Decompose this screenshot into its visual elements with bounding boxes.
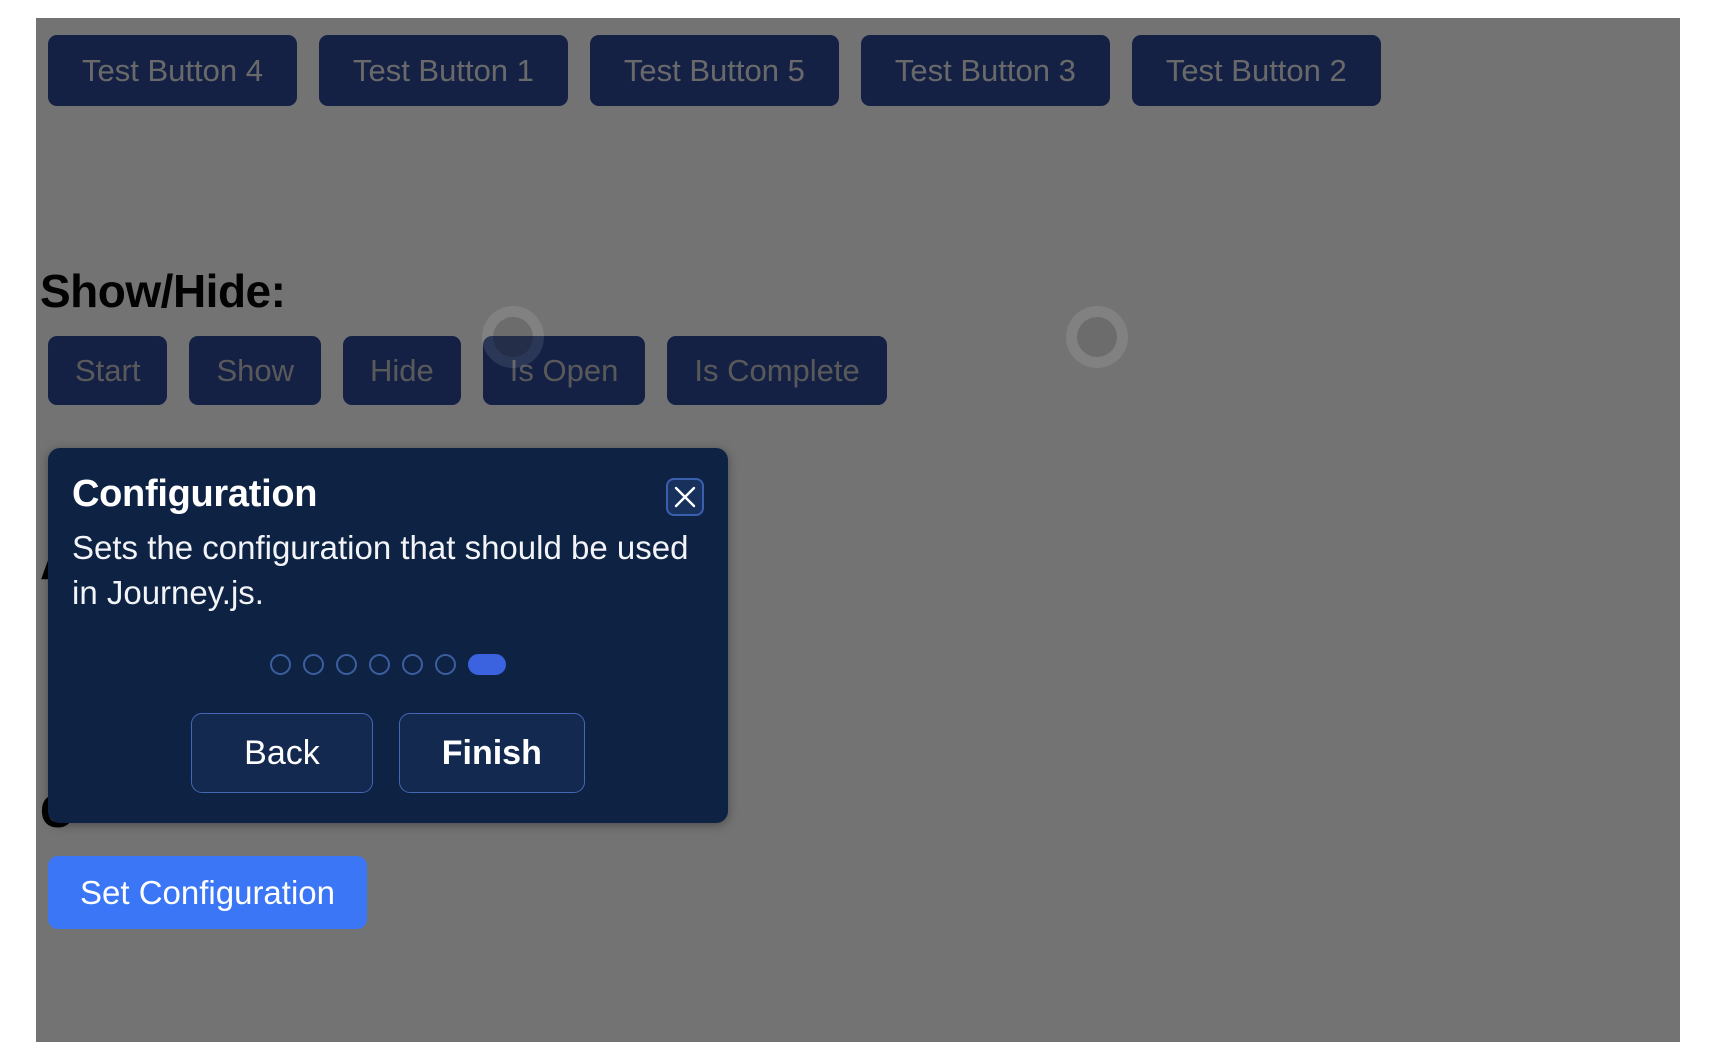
journey-configuration-dialog: Configuration Sets the configuration tha… bbox=[48, 448, 728, 824]
show-hide-heading: Show/Hide: bbox=[40, 265, 286, 318]
start-button[interactable]: Start bbox=[48, 336, 168, 405]
progress-dot[interactable] bbox=[402, 653, 423, 675]
test-button-1[interactable]: Test Button 1 bbox=[318, 35, 568, 106]
close-x-icon[interactable] bbox=[666, 478, 704, 516]
journey-control-row: Start Show Hide Is Open Is Complete bbox=[48, 336, 887, 405]
hide-button[interactable]: Hide bbox=[343, 336, 461, 405]
finish-button[interactable]: Finish bbox=[398, 713, 585, 794]
dialog-footer: Back Finish bbox=[72, 713, 704, 794]
back-button[interactable]: Back bbox=[191, 713, 373, 794]
show-button[interactable]: Show bbox=[189, 336, 322, 405]
set-configuration-button[interactable]: Set Configuration bbox=[48, 856, 367, 929]
is-open-button[interactable]: Is Open bbox=[482, 336, 646, 405]
is-complete-button[interactable]: Is Complete bbox=[667, 336, 887, 405]
dialog-body-text: Sets the configuration that should be us… bbox=[72, 529, 689, 611]
progress-dot[interactable] bbox=[303, 653, 324, 675]
test-button-5[interactable]: Test Button 5 bbox=[589, 35, 839, 106]
dialog-title: Configuration bbox=[72, 473, 318, 515]
progress-dot-active[interactable] bbox=[468, 653, 506, 675]
test-button-4[interactable]: Test Button 4 bbox=[48, 35, 297, 106]
progress-dot[interactable] bbox=[270, 653, 291, 675]
progress-dot[interactable] bbox=[435, 653, 456, 675]
dialog-progress-dots bbox=[72, 651, 704, 677]
test-button-toolbar: Test Button 4 Test Button 1 Test Button … bbox=[48, 35, 1381, 106]
dialog-header: Configuration bbox=[72, 473, 704, 516]
test-button-3[interactable]: Test Button 3 bbox=[860, 35, 1110, 106]
progress-dot[interactable] bbox=[369, 653, 390, 675]
progress-dot[interactable] bbox=[336, 653, 357, 675]
test-button-2[interactable]: Test Button 2 bbox=[1131, 35, 1381, 106]
app-screen: Test Button 4 Test Button 1 Test Button … bbox=[0, 0, 1716, 1064]
